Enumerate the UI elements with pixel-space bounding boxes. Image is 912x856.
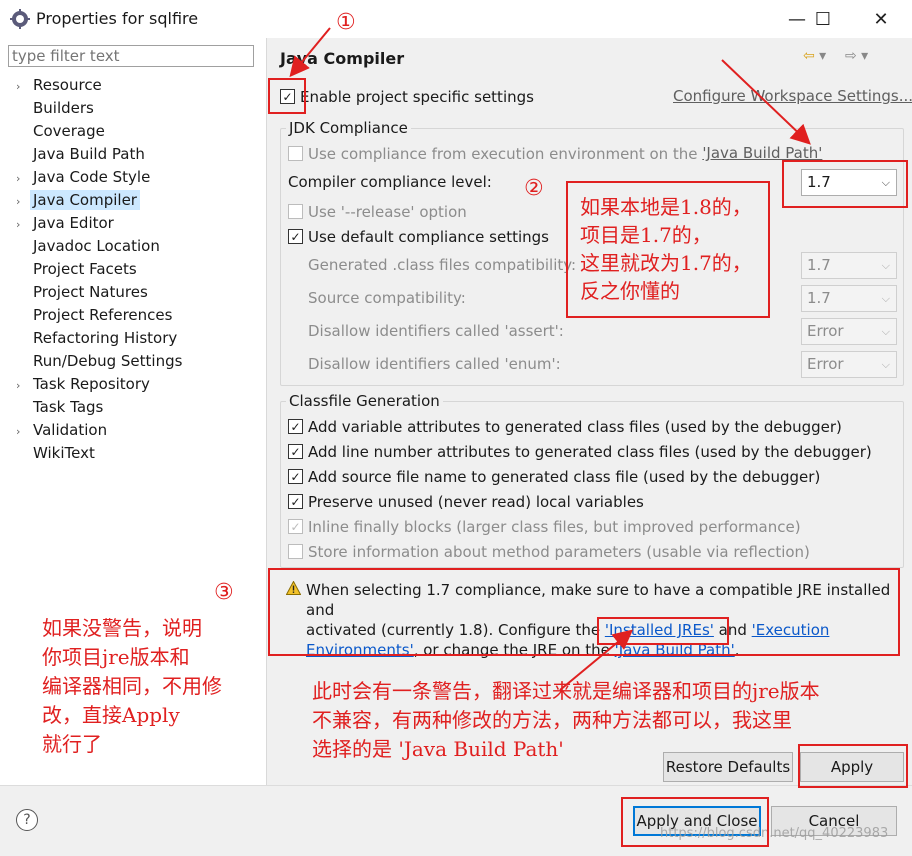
annotation-note-3: 如果没警告，说明 你项目jre版本和 编译器相同，不用修 改，直接Apply 就行了 <box>42 616 222 756</box>
annotation-note-4: 此时会有一条警告，翻译过来就是编译器和项目的jre版本 不兼容，有两种修改的方法，… <box>312 679 820 761</box>
annotation-note-2: 如果本地是1.8的， 项目是1.7的， 这里就改为1.7的， 反之你懂的 <box>580 195 752 303</box>
annotation-number-2: ② <box>524 176 544 201</box>
annotation-number-3: ③ <box>214 580 234 605</box>
annotation-number-1: ① <box>336 10 356 35</box>
